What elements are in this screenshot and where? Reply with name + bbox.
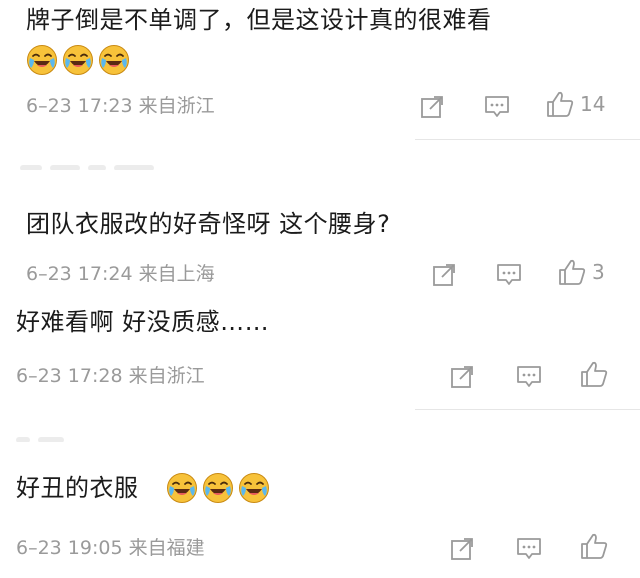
share-icon	[433, 264, 455, 286]
comment-text: 牌子倒是不单调了，但是这设计真的很难看	[26, 6, 492, 34]
like-button[interactable]	[580, 360, 614, 388]
comment-meta: 6–23 19:05 来自福建	[16, 537, 205, 559]
thumbs-up-icon	[581, 361, 608, 387]
divider	[415, 409, 640, 410]
like-count: 14	[580, 92, 606, 116]
thumbs-up-icon	[581, 533, 608, 559]
crying-laughing-emoji-icon	[26, 44, 58, 76]
like-button[interactable]: 14	[546, 90, 605, 118]
share-icon	[421, 96, 443, 118]
comment-meta: 6–23 17:28 来自浙江	[16, 365, 205, 387]
crying-laughing-emoji-icon	[62, 44, 94, 76]
cropped-content-strip	[20, 156, 640, 170]
share-icon	[451, 538, 473, 560]
crying-laughing-emoji-icon	[166, 472, 198, 504]
comment-meta: 6–23 17:24 来自上海	[26, 263, 215, 285]
comment-button[interactable]	[516, 364, 542, 388]
share-icon	[451, 366, 473, 388]
comment-text: 好难看啊 好没质感……	[16, 308, 270, 336]
comment-icon	[517, 366, 541, 387]
comment-icon	[485, 96, 509, 117]
share-button[interactable]	[450, 364, 474, 388]
comment-button[interactable]	[484, 94, 510, 118]
like-button[interactable]: 3	[558, 258, 605, 286]
comment-button[interactable]	[516, 536, 542, 560]
thumbs-up-icon	[547, 91, 574, 117]
thumbs-up-icon	[559, 259, 586, 285]
divider	[415, 139, 640, 140]
crying-laughing-emoji-icon	[98, 44, 130, 76]
comment-meta: 6–23 17:23 来自浙江	[26, 95, 215, 117]
comment-button[interactable]	[496, 262, 522, 286]
cropped-content-strip	[16, 428, 636, 442]
emoji-row	[166, 472, 270, 504]
comment-text: 团队衣服改的好奇怪呀 这个腰身?	[26, 210, 391, 238]
emoji-row	[26, 44, 130, 76]
share-button[interactable]	[420, 94, 444, 118]
comment-icon	[497, 264, 521, 285]
share-button[interactable]	[432, 262, 456, 286]
comment-icon	[517, 538, 541, 559]
crying-laughing-emoji-icon	[238, 472, 270, 504]
share-button[interactable]	[450, 536, 474, 560]
like-count: 3	[592, 260, 605, 284]
comment-text: 好丑的衣服	[16, 474, 139, 502]
crying-laughing-emoji-icon	[202, 472, 234, 504]
like-button[interactable]	[580, 532, 614, 560]
